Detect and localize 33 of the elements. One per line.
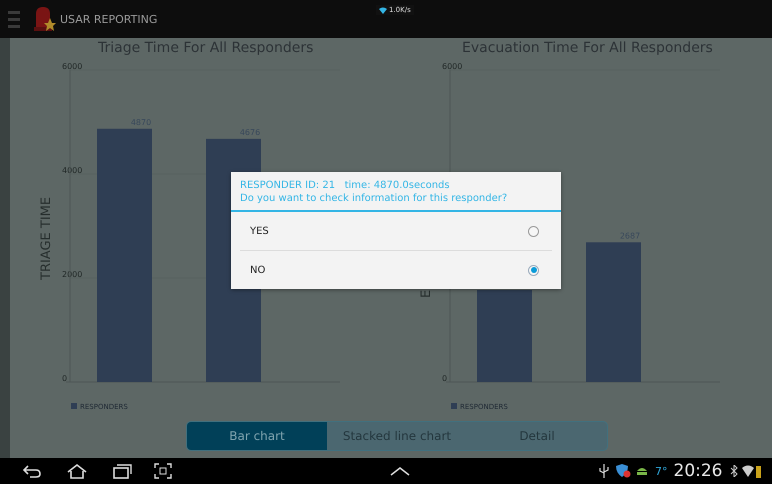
- chevron-up-icon[interactable]: [390, 466, 410, 476]
- dialog-title: RESPONDER ID: 21 time: 4870.0seconds: [240, 179, 451, 192]
- temperature-text: 7°: [655, 464, 668, 478]
- tick-label: 0: [442, 374, 448, 383]
- legend-swatch: [451, 403, 457, 409]
- shield-icon: [615, 464, 631, 478]
- legend-swatch: [71, 403, 77, 409]
- usb-icon: [599, 464, 609, 478]
- bluetooth-icon: [730, 465, 738, 477]
- battery-icon: [756, 464, 760, 478]
- app-title: USAR REPORTING: [60, 12, 158, 26]
- clock-text: 20:26: [674, 461, 722, 481]
- option-label[interactable]: YES: [250, 226, 269, 236]
- radio-button[interactable]: [528, 264, 539, 276]
- android-icon: [635, 466, 649, 476]
- back-icon[interactable]: [22, 463, 42, 479]
- tick-label: 0: [62, 374, 68, 383]
- siren-icon: [32, 6, 56, 32]
- option-label[interactable]: NO: [250, 264, 266, 276]
- radio-button[interactable]: [528, 226, 539, 236]
- wifi-icon: [379, 6, 387, 14]
- wifi-signal-icon: [742, 464, 754, 478]
- tick-label: 6000: [442, 62, 462, 71]
- view-tab[interactable]: Bar chart: [187, 422, 327, 450]
- home-icon[interactable]: [66, 463, 88, 479]
- tick-label: 6000: [62, 62, 82, 71]
- dialog-title: Do you want to check information for this responder?: [240, 192, 508, 205]
- axis-title: TRIAGE TIME: [39, 196, 54, 280]
- tick-label: 2000: [62, 270, 82, 279]
- axis-title: E: [419, 290, 434, 298]
- tick-label: 4000: [62, 166, 82, 175]
- screenshot-icon[interactable]: [154, 463, 172, 479]
- recent-apps-icon[interactable]: [112, 463, 132, 479]
